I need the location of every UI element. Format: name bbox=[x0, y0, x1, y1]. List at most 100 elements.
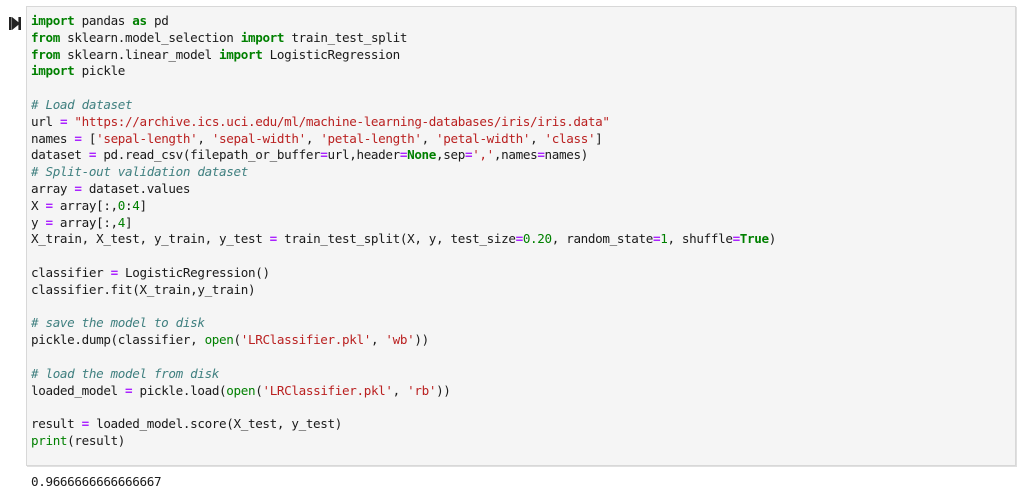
code-token: ] bbox=[139, 197, 148, 213]
code-token: , bbox=[197, 130, 212, 146]
code-line: X = array[:,0:4] bbox=[31, 198, 776, 215]
operator-token: = bbox=[320, 147, 328, 163]
code-line: ​ bbox=[31, 80, 776, 97]
string-token: 'LRClassifier.pkl' bbox=[262, 382, 393, 398]
code-token: names bbox=[31, 130, 75, 146]
string-token: 'class' bbox=[544, 130, 596, 146]
code-token: X bbox=[31, 197, 46, 213]
operator-token: = bbox=[45, 214, 53, 230]
code-line: ​ bbox=[31, 248, 776, 265]
code-token: train_test_split bbox=[284, 29, 408, 45]
operator-token: = bbox=[399, 147, 408, 163]
code-token: y bbox=[31, 214, 46, 230]
code-token: classifier.fit(X_train,y_train) bbox=[31, 281, 256, 297]
code-token: ] bbox=[595, 130, 603, 146]
code-token: LogisticRegression() bbox=[117, 264, 270, 280]
code-line: import pickle bbox=[31, 63, 776, 80]
code-token: X_train, X_test, y_train, y_test bbox=[31, 231, 270, 247]
string-token: 'petal-length' bbox=[320, 130, 422, 146]
code-token: url bbox=[31, 113, 60, 129]
operator-token: = bbox=[74, 130, 82, 146]
code-token: loaded_model.score(X_test, y_test) bbox=[88, 416, 342, 432]
operator-token: = bbox=[81, 416, 90, 432]
code-token: classifier bbox=[31, 264, 111, 280]
code-line: array = dataset.values bbox=[31, 181, 776, 198]
code-line: classifier = LogisticRegression() bbox=[31, 265, 776, 282]
code-token: pd bbox=[146, 13, 169, 28]
number-token: 4 bbox=[132, 197, 140, 213]
code-token: , bbox=[421, 130, 437, 146]
code-token: ] bbox=[125, 214, 133, 230]
code-token: ,names bbox=[493, 147, 538, 163]
string-token: 'petal-width' bbox=[436, 130, 531, 146]
code-token: , bbox=[305, 130, 321, 146]
code-editor[interactable]: import pandas as pd from sklearn.model_se… bbox=[31, 13, 776, 450]
operator-token: = bbox=[110, 264, 119, 280]
code-token: result bbox=[31, 416, 82, 432]
code-token: , bbox=[392, 382, 408, 398]
code-line: result = loaded_model.score(X_test, y_te… bbox=[31, 416, 776, 433]
code-token: pickle.dump(classifier, bbox=[31, 332, 205, 348]
keyword-token: from bbox=[31, 29, 60, 45]
code-line: ​ bbox=[31, 299, 776, 316]
step-run-icon-glyph bbox=[9, 17, 21, 30]
cell-output: 0.9666666666666667 bbox=[31, 474, 162, 489]
string-token: 'sepal-length' bbox=[96, 130, 198, 146]
code-token: , bbox=[530, 130, 545, 146]
code-line: # Split-out validation dataset bbox=[31, 164, 776, 181]
code-line: url = "https://archive.ics.uci.edu/ml/ma… bbox=[31, 114, 776, 131]
keyword-token: True bbox=[739, 231, 769, 247]
operator-token: = bbox=[732, 231, 741, 247]
code-token: ( bbox=[233, 332, 242, 348]
keyword-token: import bbox=[31, 63, 75, 79]
code-token: dataset.values bbox=[81, 180, 191, 196]
string-token: "https://archive.ics.uci.edu/ml/machine-… bbox=[74, 113, 610, 129]
keyword-token: import bbox=[31, 13, 75, 28]
keyword-token: from bbox=[31, 46, 60, 62]
builtin-token: print bbox=[31, 432, 68, 448]
code-line: y = array[:,4] bbox=[31, 215, 776, 232]
code-token: pandas bbox=[74, 13, 133, 28]
code-token: )) bbox=[436, 382, 451, 398]
builtin-token: open bbox=[204, 332, 234, 348]
step-run-icon[interactable] bbox=[9, 15, 21, 30]
code-line: from sklearn.model_selection import trai… bbox=[31, 30, 776, 47]
keyword-token: as bbox=[132, 13, 147, 28]
code-token: )) bbox=[414, 332, 429, 348]
number-token: 0.20 bbox=[522, 231, 552, 247]
code-token: LogisticRegression bbox=[262, 46, 401, 62]
code-line: pickle.dump(classifier, open('LRClassifi… bbox=[31, 332, 776, 349]
code-token: pickle.load( bbox=[132, 382, 227, 398]
code-token: (result) bbox=[67, 432, 126, 448]
code-token: loaded_model bbox=[31, 382, 126, 398]
code-line: print(result) bbox=[31, 433, 776, 450]
keyword-token: import bbox=[219, 46, 263, 62]
code-line: ​ bbox=[31, 349, 776, 366]
string-token: 'wb' bbox=[385, 332, 415, 348]
code-token: pickle bbox=[74, 63, 126, 79]
comment-token: # Split-out validation dataset bbox=[31, 164, 248, 180]
code-token: array bbox=[31, 180, 75, 196]
code-token: dataset bbox=[31, 147, 89, 163]
comment-token: # Load dataset bbox=[31, 96, 133, 112]
string-token: 'rb' bbox=[407, 382, 437, 398]
code-token: [ bbox=[81, 130, 97, 146]
code-token: pd.read_csv(filepath_or_buffer bbox=[96, 147, 321, 163]
code-line: dataset = pd.read_csv(filepath_or_buffer… bbox=[31, 147, 776, 164]
code-line: # save the model to disk bbox=[31, 315, 776, 332]
operator-token: = bbox=[45, 197, 53, 213]
string-token: 'LRClassifier.pkl' bbox=[240, 332, 372, 348]
code-token: , random_state bbox=[551, 231, 654, 247]
code-line: loaded_model = pickle.load(open('LRClass… bbox=[31, 383, 776, 400]
code-token: array[:, bbox=[52, 214, 118, 230]
code-token: , shuffle bbox=[667, 231, 733, 247]
comment-token: # save the model to disk bbox=[31, 315, 205, 331]
code-token: ,sep bbox=[436, 147, 465, 163]
code-line: names = ['sepal-length', 'sepal-width', … bbox=[31, 131, 776, 148]
code-line: from sklearn.linear_model import Logisti… bbox=[31, 47, 776, 64]
code-line: classifier.fit(X_train,y_train) bbox=[31, 282, 776, 299]
code-line: # load the model from disk bbox=[31, 366, 776, 383]
string-token: 'sepal-width' bbox=[211, 130, 306, 146]
code-token: sklearn.model_selection bbox=[59, 29, 241, 45]
operator-token: = bbox=[74, 180, 82, 196]
